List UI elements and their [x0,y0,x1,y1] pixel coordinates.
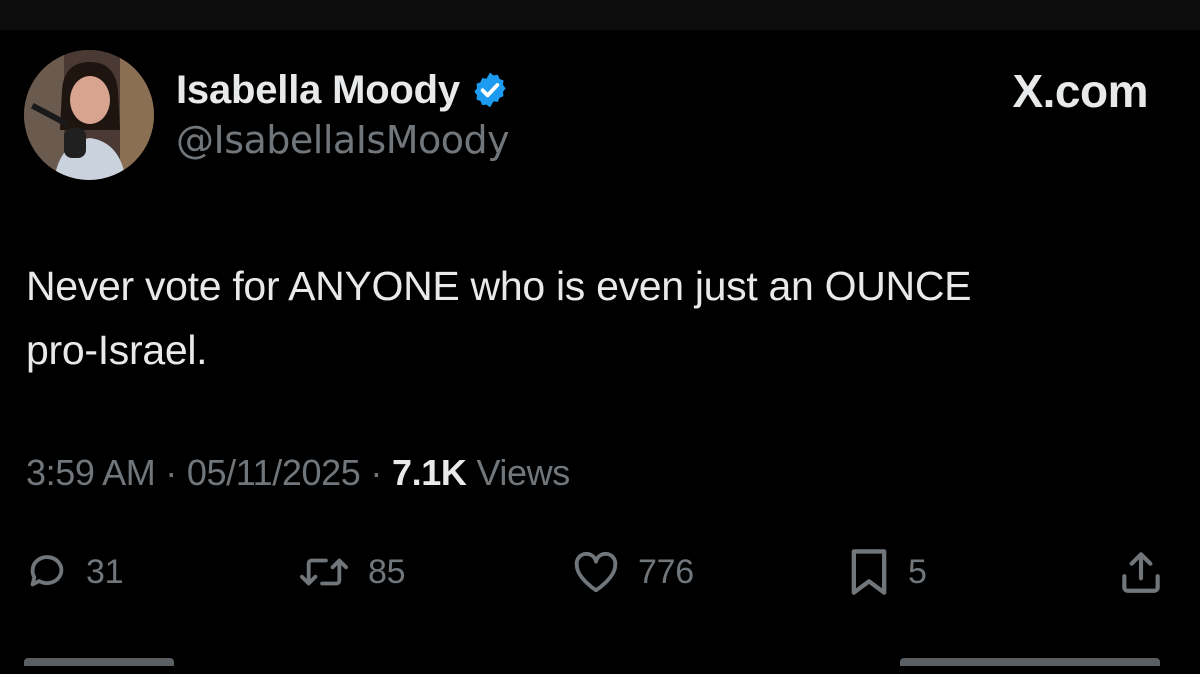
display-name[interactable]: Isabella Moody [176,68,460,113]
author-name-row: Isabella Moody [176,64,510,116]
tweet-date[interactable]: 05/11/2025 [187,452,361,494]
repost-arrows-icon [296,549,352,595]
meta-separator: · [165,452,177,493]
repost-count: 85 [368,552,406,591]
like-button[interactable]: 776 [570,540,694,604]
share-button[interactable] [1116,540,1166,604]
views-label[interactable]: Views [476,452,570,494]
action-bar: 31 85 776 5 [0,540,1200,604]
repost-button[interactable]: 85 [296,540,406,604]
like-count: 776 [638,552,694,591]
cutoff-text-fragment [900,658,1160,666]
next-section-cutoff [0,656,1200,674]
bookmark-button[interactable]: 5 [846,540,927,604]
share-upload-icon [1116,547,1166,597]
top-bar [0,0,1200,30]
meta-separator: · [370,452,382,493]
tweet-text-line: Never vote for ANYONE who is even just a… [26,263,972,309]
tweet-time[interactable]: 3:59 AM [26,452,156,494]
site-label: X.com [1012,65,1148,117]
verified-badge-icon [470,70,510,110]
heart-icon [570,549,622,595]
reply-count: 31 [86,552,124,591]
tweet-text: Never vote for ANYONE who is even just a… [26,254,1176,382]
tweet-text-line: pro-Israel. [26,327,208,373]
avatar[interactable] [24,50,154,180]
author-handle[interactable]: @IsabellaIsMoody [176,118,510,162]
bookmark-count: 5 [908,552,927,591]
views-count[interactable]: 7.1K [392,452,467,494]
reply-button[interactable]: 31 [24,540,124,604]
bookmark-icon [846,546,892,598]
tweet-meta: 3:59 AM · 05/11/2025 · 7.1K Views [26,452,570,494]
cutoff-text-fragment [24,658,174,666]
comment-bubble-icon [24,549,70,595]
